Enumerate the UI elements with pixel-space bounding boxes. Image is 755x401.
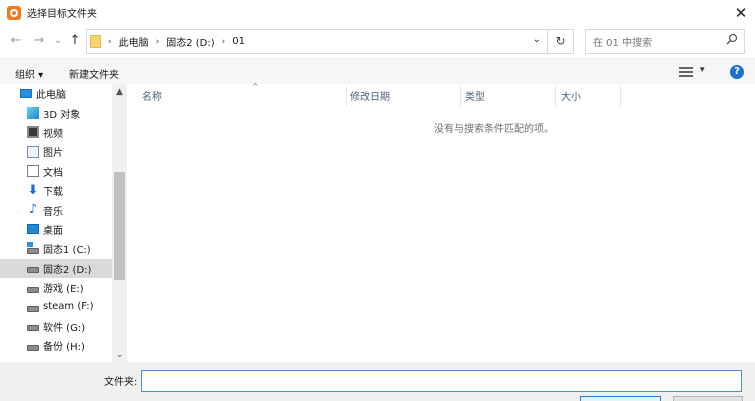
app-icon	[7, 5, 21, 20]
breadcrumb-folder-01[interactable]: 01	[232, 36, 245, 47]
drive-icon	[27, 267, 39, 274]
column-divider[interactable]	[346, 86, 347, 106]
sidebar-item-drive-d[interactable]: 固态2 (D:)	[0, 258, 112, 278]
breadcrumb-drive-d[interactable]: 固态2 (D:)	[166, 34, 214, 49]
sidebar-item-label: 游戏 (E:)	[43, 284, 84, 296]
recent-locations-icon[interactable]: ⌄	[50, 33, 66, 49]
address-bar[interactable]: › 此电脑 › 固态2 (D:) › 01 ⌄	[86, 29, 548, 54]
close-icon[interactable]: ✕	[727, 0, 755, 25]
sidebar-item-label: 固态2 (D:)	[43, 264, 92, 276]
sidebar-item-desktop[interactable]: 桌面	[0, 220, 112, 239]
column-divider[interactable]	[620, 86, 621, 106]
cancel-button[interactable]	[673, 396, 743, 401]
sidebar-item-label: 软件 (G:)	[43, 322, 86, 334]
breadcrumb-this-pc[interactable]: 此电脑	[119, 34, 149, 49]
file-list: 名称 ^ 修改日期 类型 大小 没有与搜索条件匹配的项。	[127, 82, 755, 362]
sidebar-item-label: 图片	[43, 148, 63, 160]
folder-name-input[interactable]	[141, 370, 742, 392]
column-header-label: 修改日期	[350, 91, 390, 103]
drive-icon	[27, 286, 39, 293]
chevron-right-icon[interactable]: ›	[222, 37, 226, 47]
system-drive-icon	[27, 241, 39, 254]
up-icon[interactable]: ↑	[67, 33, 83, 49]
forward-icon[interactable]: →	[31, 33, 47, 49]
back-icon[interactable]: ←	[8, 33, 24, 49]
pictures-icon	[27, 145, 39, 158]
drive-icon	[27, 344, 39, 351]
title-bar: 选择目标文件夹 ✕	[0, 0, 755, 25]
refresh-icon[interactable]: ↻	[548, 29, 574, 54]
empty-folder-message: 没有与搜索条件匹配的项。	[434, 124, 554, 135]
view-dropdown-icon[interactable]: ▾	[700, 65, 705, 75]
3d-objects-icon	[27, 107, 39, 120]
sidebar-item-drive-g[interactable]: 软件 (G:)	[0, 317, 112, 336]
sidebar-item-drive-c[interactable]: 固态1 (C:)	[0, 239, 112, 258]
sidebar-item-label: 文档	[43, 167, 63, 179]
column-header-name[interactable]: 名称 ^	[142, 82, 347, 106]
drive-icon	[27, 325, 39, 332]
sidebar-item-label: 此电脑	[36, 90, 66, 102]
select-folder-button[interactable]	[580, 396, 661, 401]
video-icon	[27, 126, 39, 139]
sidebar-item-label: 视频	[43, 128, 63, 140]
search-box[interactable]: 在 01 中搜索	[585, 29, 745, 54]
sidebar-scrollbar[interactable]: ▲ ⌄	[112, 84, 127, 362]
sidebar-item-label: 音乐	[43, 206, 63, 218]
scroll-up-icon[interactable]: ▲	[112, 85, 127, 99]
column-header-label: 类型	[465, 91, 485, 103]
address-row: ← → ⌄ ↑ › 此电脑 › 固态2 (D:) › 01 ⌄ ↻ 在 01 中…	[0, 25, 755, 58]
sidebar-item-label: 桌面	[43, 225, 63, 237]
nav-tree: 此电脑 3D 对象 视频 图片 文档 ⬇ 下载 ♪ 音乐 桌面 固态1 (C:)…	[0, 84, 112, 355]
column-header-label: 名称	[142, 91, 162, 103]
documents-icon	[27, 165, 39, 178]
window-title: 选择目标文件夹	[27, 9, 97, 20]
chevron-right-icon: ›	[108, 36, 112, 47]
column-header-modified[interactable]: 修改日期	[350, 84, 460, 106]
download-icon: ⬇	[27, 182, 39, 198]
sidebar-item-downloads[interactable]: ⬇ 下载	[0, 181, 112, 200]
music-icon: ♪	[28, 202, 38, 218]
command-bar: 组织 ▾ 新建文件夹 ▾ ?	[0, 58, 755, 84]
chevron-down-icon[interactable]: ⌄	[533, 34, 541, 45]
new-folder-button[interactable]: 新建文件夹	[69, 66, 119, 81]
navigation-pane: 此电脑 3D 对象 视频 图片 文档 ⬇ 下载 ♪ 音乐 桌面 固态1 (C:)…	[0, 84, 127, 362]
column-header-size[interactable]: 大小	[561, 84, 621, 106]
sidebar-item-label: steam (F:)	[43, 301, 94, 313]
search-input[interactable]: 在 01 中搜索	[593, 34, 652, 49]
sidebar-item-3d-objects[interactable]: 3D 对象	[0, 103, 112, 122]
sidebar-item-documents[interactable]: 文档	[0, 162, 112, 181]
view-options-icon[interactable]	[679, 67, 693, 77]
chevron-right-icon[interactable]: ›	[156, 37, 160, 47]
scroll-down-icon[interactable]: ⌄	[112, 348, 127, 362]
column-header-type[interactable]: 类型	[465, 84, 555, 106]
sidebar-item-label: 3D 对象	[43, 109, 81, 121]
folder-name-label: 文件夹:	[104, 377, 138, 388]
folder-icon	[90, 35, 101, 48]
sidebar-item-drive-h[interactable]: 备份 (H:)	[0, 336, 112, 355]
sort-ascending-icon: ^	[252, 82, 259, 91]
drive-icon	[27, 305, 39, 312]
help-icon[interactable]: ?	[730, 65, 744, 79]
sidebar-item-label: 固态1 (C:)	[43, 245, 91, 257]
dialog-footer: 文件夹:	[0, 362, 755, 401]
scrollbar-thumb[interactable]	[114, 172, 125, 280]
sidebar-item-music[interactable]: ♪ 音乐	[0, 200, 112, 219]
column-header-label: 大小	[561, 91, 581, 103]
search-icon	[726, 33, 738, 45]
desktop-icon	[27, 224, 39, 235]
column-divider[interactable]	[555, 86, 556, 106]
computer-icon	[20, 89, 32, 99]
sidebar-item-label: 下载	[43, 187, 63, 199]
organize-button[interactable]: 组织 ▾	[15, 66, 43, 81]
sidebar-item-label: 备份 (H:)	[43, 342, 85, 354]
column-divider[interactable]	[460, 86, 461, 106]
sidebar-item-this-pc[interactable]: 此电脑	[0, 84, 112, 103]
sidebar-item-videos[interactable]: 视频	[0, 123, 112, 142]
folder-picker-dialog: 选择目标文件夹 ✕ ← → ⌄ ↑ › 此电脑 › 固态2 (D:) › 01 …	[0, 0, 755, 401]
sidebar-item-drive-f[interactable]: steam (F:)	[0, 297, 112, 316]
sidebar-item-drive-e[interactable]: 游戏 (E:)	[0, 278, 112, 297]
sidebar-item-pictures[interactable]: 图片	[0, 142, 112, 161]
